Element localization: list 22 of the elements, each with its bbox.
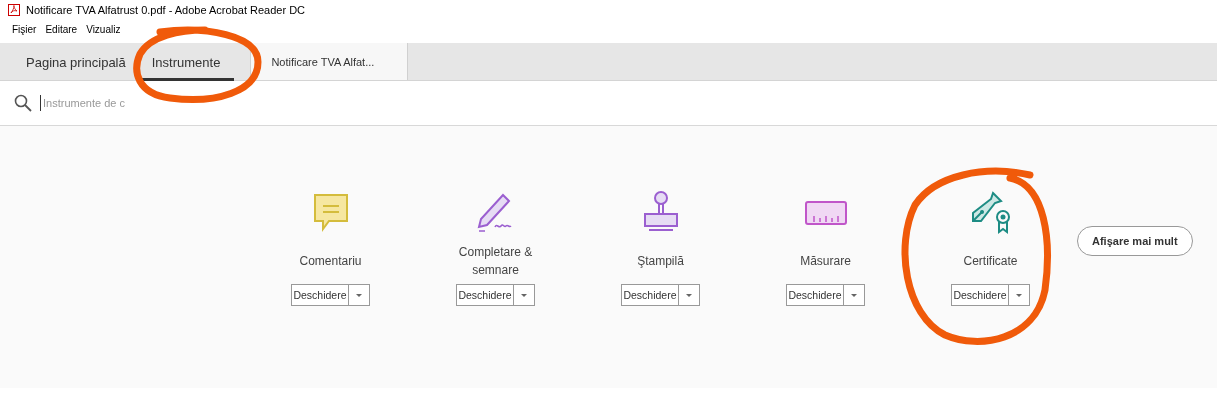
tab[interactable]: Pagina principală [14, 46, 140, 81]
tool-label: Completare & semnare [457, 244, 534, 279]
open-dropdown[interactable]: Deschidere [456, 284, 535, 306]
tool-label: Măsurare [799, 253, 852, 270]
pdf-icon [8, 4, 20, 16]
open-dropdown[interactable]: Deschidere [786, 284, 865, 306]
document-tab[interactable]: Notificare TVA Alfat... [250, 43, 409, 80]
menu-item[interactable]: Vizualiz [86, 23, 121, 35]
show-more-button[interactable]: Afişare mai mult [1077, 226, 1193, 256]
window-title: Notificare TVA Alfatrust 0.pdf - Adobe Acrobat Reader DC [26, 4, 306, 16]
search-icon [14, 94, 32, 112]
ruler-icon [803, 200, 848, 226]
open-dropdown[interactable]: Deschidere [291, 284, 370, 306]
menu-item[interactable]: Fişier [12, 23, 37, 35]
tool-label: Ştampilă [636, 253, 685, 270]
open-dropdown[interactable]: Deschidere [621, 284, 700, 306]
search-field[interactable]: Instrumente de c [40, 95, 243, 111]
tool-label: Comentariu [298, 253, 363, 270]
tool-label: Certificate [962, 253, 1019, 270]
menu-item[interactable]: Editare [45, 23, 78, 35]
tab[interactable]: Instrumente [139, 46, 235, 81]
open-dropdown[interactable]: Deschidere [951, 284, 1030, 306]
